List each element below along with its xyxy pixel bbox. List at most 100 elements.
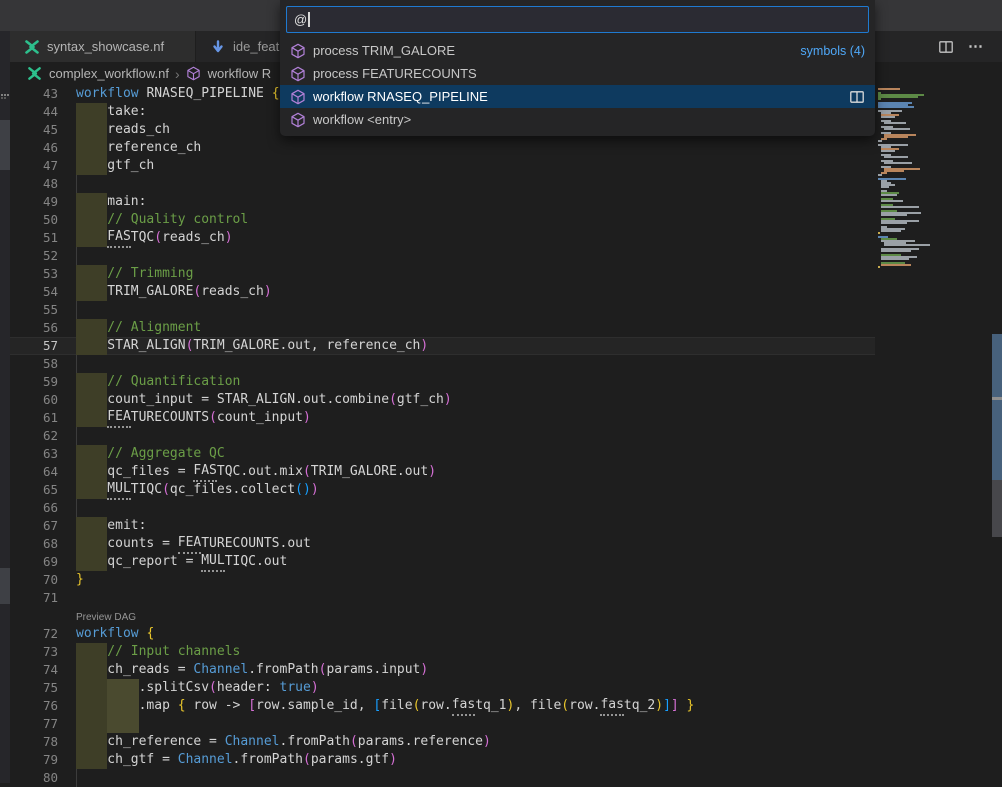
line-number[interactable]: 58	[10, 355, 76, 373]
code-line[interactable]: 72workflow {	[10, 625, 875, 643]
line-number[interactable]: 64	[10, 463, 76, 481]
code-line[interactable]: 60count_input = STAR_ALIGN.out.combine(g…	[10, 391, 875, 409]
line-number[interactable]: 47	[10, 157, 76, 175]
code-editor[interactable]: 43workflow RNASEQ_PIPELINE {44take:45rea…	[10, 85, 875, 787]
code-line[interactable]: 47gtf_ch	[10, 157, 875, 175]
line-number[interactable]: 61	[10, 409, 76, 427]
minimap-line	[881, 258, 909, 260]
scrollbar-slider[interactable]	[992, 480, 1002, 537]
code-line[interactable]: 70}	[10, 571, 875, 589]
line-number[interactable]: 46	[10, 139, 76, 157]
more-actions-icon[interactable]: ⋯	[968, 42, 984, 52]
rail-handle-top[interactable]	[0, 120, 10, 170]
line-number[interactable]: 74	[10, 661, 76, 679]
code-line[interactable]: 55	[10, 301, 875, 319]
line-number[interactable]: 66	[10, 499, 76, 517]
quickopen-item-1[interactable]: process FEATURECOUNTS	[280, 62, 875, 85]
code-line[interactable]: 58	[10, 355, 875, 373]
line-number[interactable]: 71	[10, 589, 76, 607]
line-number[interactable]: 44	[10, 103, 76, 121]
quickopen-item-0[interactable]: process TRIM_GALOREsymbols (4)	[280, 39, 875, 62]
line-number[interactable]: 48	[10, 175, 76, 193]
code-line[interactable]: 65MULTIQC(qc_files.collect())	[10, 481, 875, 499]
line-number[interactable]: 76	[10, 697, 76, 715]
line-number[interactable]: 59	[10, 373, 76, 391]
line-number[interactable]: 53	[10, 265, 76, 283]
line-number[interactable]: 80	[10, 769, 76, 787]
code-line[interactable]: 75.splitCsv(header: true)	[10, 679, 875, 697]
line-number[interactable]: 49	[10, 193, 76, 211]
code-line[interactable]: 79ch_gtf = Channel.fromPath(params.gtf)	[10, 751, 875, 769]
code-token: (	[319, 661, 327, 679]
line-number[interactable]: 54	[10, 283, 76, 301]
line-number[interactable]: 60	[10, 391, 76, 409]
line-number[interactable]: 56	[10, 319, 76, 337]
tab-syntax-showcase[interactable]: syntax_showcase.nf	[10, 31, 196, 62]
code-token: // Trimming	[107, 265, 193, 283]
code-line[interactable]: 64qc_files = FASTQC.out.mix(TRIM_GALORE.…	[10, 463, 875, 481]
code-line[interactable]: 57STAR_ALIGN(TRIM_GALORE.out, reference_…	[10, 337, 875, 355]
line-number[interactable]: 67	[10, 517, 76, 535]
code-line[interactable]: 48	[10, 175, 875, 193]
code-line[interactable]: 50// Quality control	[10, 211, 875, 229]
code-line[interactable]: 66	[10, 499, 875, 517]
code-token: .map	[139, 697, 178, 715]
code-line[interactable]: 69qc_report = MULTIQC.out	[10, 553, 875, 571]
code-line[interactable]: 78ch_reference = Channel.fromPath(params…	[10, 733, 875, 751]
code-line[interactable]: 63// Aggregate QC	[10, 445, 875, 463]
code-line[interactable]: 53 // Trimming	[10, 265, 875, 283]
line-number[interactable]: 69	[10, 553, 76, 571]
code-line[interactable]: 77	[10, 715, 875, 733]
code-line[interactable]: 74ch_reads = Channel.fromPath(params.inp…	[10, 661, 875, 679]
line-number[interactable]: 43	[10, 85, 76, 103]
line-number[interactable]: 52	[10, 247, 76, 265]
code-line[interactable]: 52	[10, 247, 875, 265]
rail-handle-bottom[interactable]	[0, 568, 10, 604]
code-line[interactable]: 56// Alignment	[10, 319, 875, 337]
minimap[interactable]	[878, 88, 952, 268]
breadcrumb-symbol[interactable]: workflow R	[208, 66, 272, 81]
line-number[interactable]: 50	[10, 211, 76, 229]
line-number[interactable]: 55	[10, 301, 76, 319]
code-line[interactable]: 54TRIM_GALORE(reads_ch)	[10, 283, 875, 301]
line-number[interactable]: 57	[10, 337, 76, 355]
code-line[interactable]: 49main:	[10, 193, 875, 211]
line-number[interactable]: 65	[10, 481, 76, 499]
code-line[interactable]: 62	[10, 427, 875, 445]
breadcrumb-file[interactable]: complex_workflow.nf	[49, 66, 169, 81]
line-number[interactable]: 72	[10, 625, 76, 643]
code-line[interactable]: 67emit:	[10, 517, 875, 535]
split-editor-icon[interactable]	[849, 89, 865, 105]
quickopen-item-2[interactable]: workflow RNASEQ_PIPELINE	[280, 85, 875, 108]
line-number[interactable]: 62	[10, 427, 76, 445]
quickopen-item-3[interactable]: workflow <entry>	[280, 108, 875, 131]
line-number[interactable]: 78	[10, 733, 76, 751]
line-number[interactable]: 70	[10, 571, 76, 589]
line-number[interactable]: 45	[10, 121, 76, 139]
indent-guide	[76, 427, 107, 445]
indent-highlight	[76, 751, 107, 769]
code-token: (	[303, 751, 311, 769]
scrollbar-decoration[interactable]	[992, 334, 1002, 480]
line-number[interactable]: 63	[10, 445, 76, 463]
code-line[interactable]: 71	[10, 589, 875, 607]
code-line[interactable]: 61FEATURECOUNTS(count_input)	[10, 409, 875, 427]
code-line[interactable]: 51FASTQC(reads_ch)	[10, 229, 875, 247]
line-number[interactable]: 51	[10, 229, 76, 247]
code-line[interactable]: 68counts = FEATURECOUNTS.out	[10, 535, 875, 553]
line-number[interactable]: 68	[10, 535, 76, 553]
code-token: header:	[217, 679, 280, 697]
codelens-preview-dag[interactable]: Preview DAG	[10, 607, 875, 625]
code-line[interactable]: 73// Input channels	[10, 643, 875, 661]
code-line[interactable]: 80	[10, 769, 875, 787]
line-number[interactable]: 73	[10, 643, 76, 661]
quick-open-input[interactable]: @	[286, 6, 869, 33]
indent-highlight	[76, 103, 107, 121]
code-line[interactable]: 59// Quantification	[10, 373, 875, 391]
code-line[interactable]: 46reference_ch	[10, 139, 875, 157]
code-line[interactable]: 76.map { row -> [row.sample_id, [file(ro…	[10, 697, 875, 715]
line-number[interactable]: 75	[10, 679, 76, 697]
split-editor-icon[interactable]	[938, 39, 954, 55]
line-number[interactable]: 77	[10, 715, 76, 733]
line-number[interactable]: 79	[10, 751, 76, 769]
